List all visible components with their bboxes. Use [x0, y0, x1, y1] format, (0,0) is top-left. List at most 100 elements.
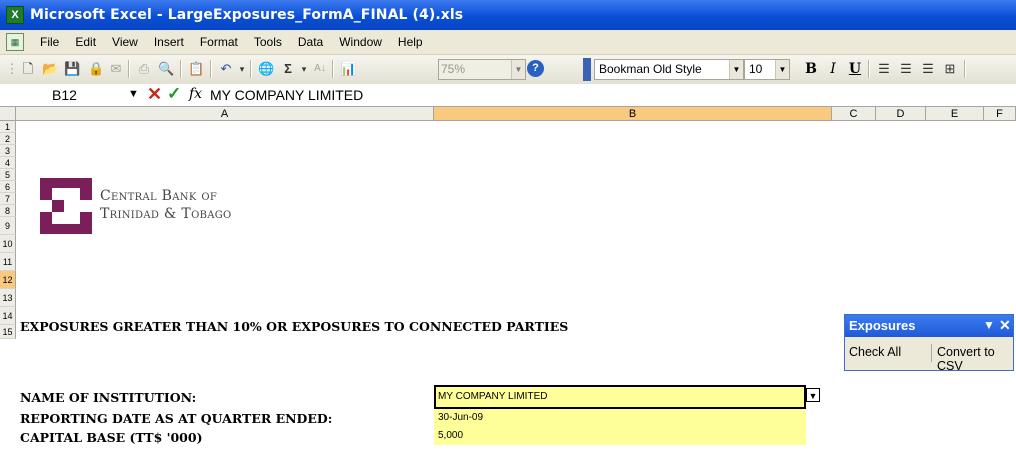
row-header-8[interactable]: 8 [0, 205, 16, 217]
undo-dropdown-icon[interactable]: ▾ [234, 61, 250, 77]
row-header-10[interactable]: 10 [0, 235, 16, 253]
bold-button[interactable]: B [802, 60, 820, 78]
workbook-icon[interactable]: ▦ [6, 33, 24, 51]
excel-icon[interactable]: X [6, 6, 24, 24]
name-box[interactable]: B12 [0, 86, 118, 104]
row-header-13[interactable]: 13 [0, 289, 16, 307]
font-size-value: 10 [749, 62, 763, 76]
exposures-toolbar[interactable]: Exposures ▼ ✕ Check All Convert to CSV [844, 314, 1014, 373]
menu-data[interactable]: Data [290, 35, 331, 49]
align-left-icon[interactable]: ☰ [876, 61, 892, 77]
help-icon[interactable]: ? [527, 60, 544, 77]
menu-bar: ▦ File Edit View Insert Format Tools Dat… [0, 30, 1016, 55]
align-right-icon[interactable]: ☰ [920, 61, 936, 77]
capital-label-cell[interactable]: CAPITAL BASE (TT$ '000) [20, 430, 202, 445]
row-header-15[interactable]: 15 [0, 325, 16, 339]
row-header-9[interactable]: 9 [0, 217, 16, 235]
align-center-icon[interactable]: ☰ [898, 61, 914, 77]
save-icon[interactable]: 💾 [64, 61, 80, 77]
merge-center-icon[interactable]: ⊞ [942, 61, 958, 77]
column-header-e[interactable]: E [926, 107, 984, 121]
menu-tools[interactable]: Tools [246, 35, 290, 49]
convert-to-csv-button[interactable]: Convert to CSV [937, 345, 1013, 373]
exposures-toolbar-title-bar[interactable]: Exposures ▼ ✕ [845, 315, 1013, 337]
row-header-6[interactable]: 6 [0, 181, 16, 193]
name-box-value: B12 [52, 87, 77, 103]
menu-edit[interactable]: Edit [67, 35, 104, 49]
formula-bar: B12 ▼ ✕ ✓ fx MY COMPANY LIMITED [0, 84, 1016, 107]
chevron-down-icon[interactable]: ▼ [128, 88, 139, 100]
paste-icon[interactable]: 📋 [188, 61, 204, 77]
chevron-down-icon[interactable]: ▼ [806, 388, 820, 402]
zoom-value: 75% [441, 62, 466, 76]
name-input-value: MY COMPANY LIMITED [438, 391, 548, 402]
insert-function-icon[interactable]: fx [189, 86, 202, 102]
italic-button[interactable]: I [824, 60, 842, 78]
menu-format[interactable]: Format [192, 35, 246, 49]
permission-icon[interactable]: 🔒 [88, 61, 104, 77]
zoom-select[interactable]: 75% ▼ [438, 59, 526, 80]
exposures-toolbar-title: Exposures [849, 318, 916, 333]
column-header-c[interactable]: C [832, 107, 876, 121]
close-icon[interactable]: ✕ [999, 317, 1011, 334]
logo-line-1: Central Bank of [100, 188, 218, 204]
chart-wizard-icon[interactable]: 📊 [340, 61, 356, 77]
underline-button[interactable]: U [846, 60, 864, 78]
date-input-cell[interactable]: 30-Jun-09 [434, 409, 806, 427]
column-header-d[interactable]: D [876, 107, 926, 121]
heading-cell[interactable]: EXPOSURES GREATER THAN 10% OR EXPOSURES … [20, 319, 568, 334]
date-input-value: 30-Jun-09 [438, 412, 484, 423]
chevron-down-icon[interactable]: ▼ [511, 60, 525, 79]
window-title: Microsoft Excel - LargeExposures_FormA_F… [30, 7, 464, 23]
menu-file[interactable]: File [32, 35, 67, 49]
undo-icon[interactable]: ↶ [218, 61, 234, 77]
title-bar: X Microsoft Excel - LargeExposures_FormA… [0, 0, 1016, 30]
autosum-icon[interactable]: Σ [280, 61, 296, 77]
hyperlink-icon[interactable]: 🌐 [258, 61, 274, 77]
toolbar-options-icon[interactable] [583, 58, 591, 81]
row-header-12[interactable]: 12 [0, 271, 16, 289]
row-header-2[interactable]: 2 [0, 133, 16, 145]
font-size-select[interactable]: 10 ▼ [744, 59, 790, 80]
autosum-dropdown-icon[interactable]: ▾ [296, 61, 312, 77]
sort-ascending-icon[interactable]: A↓ [312, 61, 328, 77]
date-label-cell[interactable]: REPORTING DATE AS AT QUARTER ENDED: [20, 411, 332, 426]
open-icon[interactable]: 📂 [42, 61, 58, 77]
row-header-3[interactable]: 3 [0, 145, 16, 157]
logo-line-2: Trinidad & Tobago [100, 206, 232, 222]
column-header-a[interactable]: A [16, 107, 434, 121]
name-label-cell[interactable]: NAME OF INSTITUTION: [20, 390, 196, 405]
check-all-button[interactable]: Check All [849, 345, 901, 359]
font-value: Bookman Old Style [599, 62, 702, 76]
email-icon[interactable]: ✉ [108, 61, 124, 77]
menu-insert[interactable]: Insert [146, 35, 192, 49]
new-icon[interactable]: 🗋 [20, 61, 36, 77]
menu-view[interactable]: View [104, 35, 146, 49]
capital-input-cell[interactable]: 5,000 [434, 427, 806, 445]
row-header-11[interactable]: 11 [0, 253, 16, 271]
row-header-14[interactable]: 14 [0, 307, 16, 325]
capital-input-value: 5,000 [438, 430, 464, 441]
row-header-5[interactable]: 5 [0, 169, 16, 181]
menu-window[interactable]: Window [331, 35, 390, 49]
chevron-down-icon[interactable]: ▼ [729, 60, 743, 79]
column-header-f[interactable]: F [984, 107, 1016, 121]
chevron-down-icon[interactable]: ▼ [775, 60, 789, 79]
row-header-4[interactable]: 4 [0, 157, 16, 169]
row-header-1[interactable]: 1 [0, 121, 16, 133]
menu-help[interactable]: Help [390, 35, 431, 49]
toolbar-options-icon[interactable]: ▼ [983, 318, 995, 332]
toolbar-grip-icon[interactable]: ⋮ [4, 61, 20, 77]
standard-toolbar: ⋮ 🗋 📂 💾 🔒 ✉ ⎙ 🔍 📋 ↶ ▾ 🌐 Σ ▾ A↓ 📊 75% ▼ ?… [0, 55, 1016, 85]
select-all-corner[interactable] [0, 107, 16, 121]
print-icon[interactable]: ⎙ [136, 61, 152, 77]
row-header-7[interactable]: 7 [0, 193, 16, 205]
central-bank-logo [38, 178, 94, 234]
formula-input[interactable]: MY COMPANY LIMITED [210, 87, 363, 103]
print-preview-icon[interactable]: 🔍 [158, 61, 174, 77]
font-select[interactable]: Bookman Old Style ▼ [594, 59, 744, 80]
column-header-b[interactable]: B [434, 107, 832, 121]
cancel-icon[interactable]: ✕ [147, 84, 162, 105]
enter-icon[interactable]: ✓ [167, 84, 181, 104]
name-input-cell[interactable]: MY COMPANY LIMITED [434, 385, 806, 409]
